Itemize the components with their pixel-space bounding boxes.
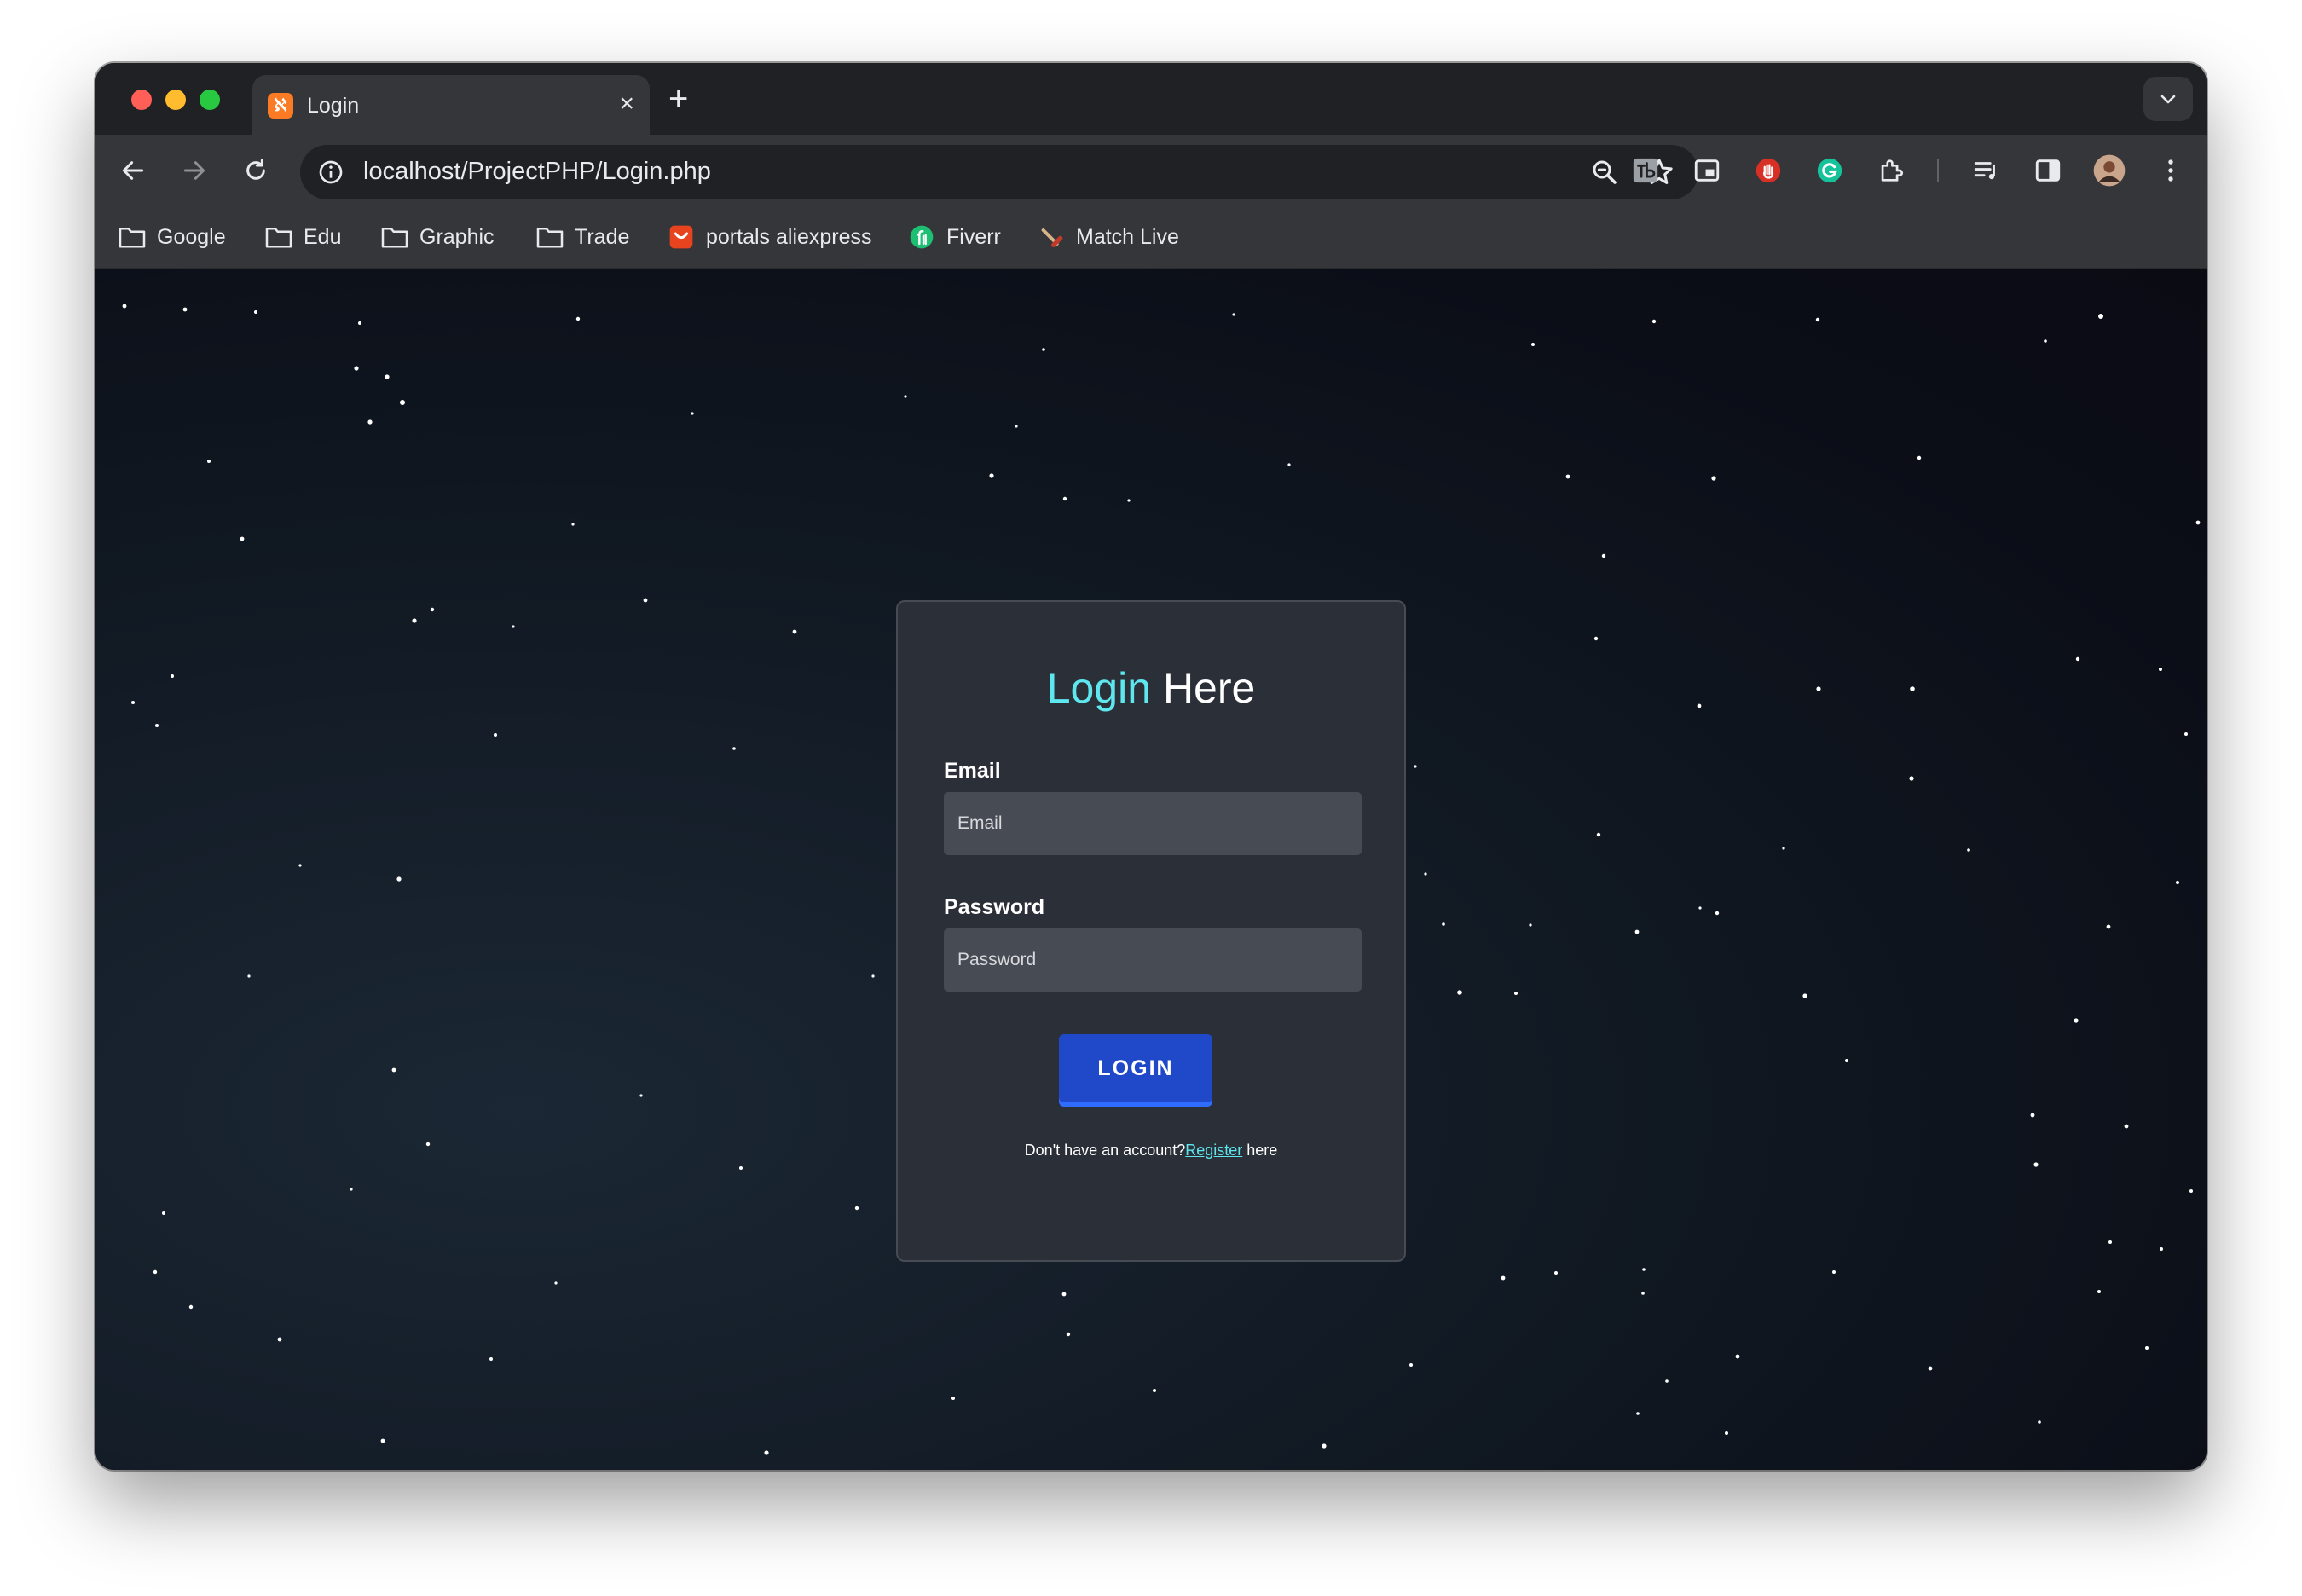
new-tab-button[interactable]: + [668, 80, 688, 118]
register-link[interactable]: Register [1185, 1142, 1242, 1159]
fiverr-icon [907, 224, 936, 250]
page-content: Login Here Email Password LOGIN Don't ha… [95, 269, 2207, 1470]
bookmark-label: Fiverr [946, 224, 1001, 249]
xampp-icon: ℵ [268, 93, 293, 119]
email-label: Email [944, 759, 1001, 783]
bookmark-match-live[interactable]: Match Live [1037, 222, 1179, 252]
address-bar[interactable]: localhost/ProjectPHP/Login.php [300, 145, 1698, 200]
extensions-puzzle-icon[interactable] [1872, 152, 1910, 189]
browser-window: ℵ Login × + localhost/ProjectPHP/Login.p… [95, 63, 2207, 1470]
chevron-down-icon [2160, 95, 2176, 104]
close-tab-icon[interactable]: × [619, 89, 634, 119]
media-queue-icon[interactable] [1968, 152, 2005, 189]
adblock-icon[interactable] [1750, 152, 1787, 189]
bookmarks-bar: Google Edu Graphic Trade portals aliexpr… [95, 206, 2207, 269]
arrow-left-icon [122, 161, 144, 180]
bookmark-google[interactable]: Google [118, 222, 226, 252]
tb-extension-icon[interactable] [1627, 152, 1664, 189]
bookmark-label: Match Live [1076, 224, 1179, 249]
bookmark-label: Edu [304, 224, 342, 249]
folder-icon [380, 224, 409, 250]
side-panel-icon[interactable] [2029, 152, 2067, 189]
login-title: Login Here [898, 663, 1404, 713]
reload-icon [246, 159, 265, 180]
close-window-button[interactable] [131, 90, 152, 110]
folder-icon [535, 224, 564, 250]
bookmark-label: Graphic [419, 224, 495, 249]
title-rest: Here [1162, 664, 1256, 712]
bookmark-edu[interactable]: Edu [264, 222, 341, 252]
site-info-icon[interactable] [314, 155, 348, 189]
match-live-icon [1037, 224, 1066, 250]
tab-login[interactable]: ℵ Login × [252, 75, 650, 135]
grammarly-icon[interactable] [1811, 152, 1848, 189]
bookmark-fiverr[interactable]: Fiverr [907, 222, 1001, 252]
picture-in-picture-icon[interactable] [1688, 152, 1726, 189]
password-field[interactable] [944, 928, 1362, 992]
more-menu-icon[interactable] [2152, 152, 2189, 189]
url-text[interactable]: localhost/ProjectPHP/Login.php [363, 158, 711, 186]
minimize-window-button[interactable] [165, 90, 186, 110]
forward-button[interactable] [176, 152, 213, 189]
bookmark-trade[interactable]: Trade [535, 222, 629, 252]
title-accent: Login [1046, 664, 1152, 712]
password-label: Password [944, 895, 1045, 919]
tab-search-button[interactable] [2143, 77, 2193, 121]
bookmark-graphic[interactable]: Graphic [380, 222, 495, 252]
register-prefix: Don't have an account? [1024, 1142, 1186, 1159]
bookmark-portals-aliexpress[interactable]: portals aliexpress [667, 222, 872, 252]
browser-toolbar: localhost/ProjectPHP/Login.php [95, 135, 2207, 206]
register-suffix: here [1242, 1142, 1278, 1159]
folder-icon [264, 224, 293, 250]
maximize-window-button[interactable] [200, 90, 220, 110]
login-card: Login Here Email Password LOGIN Don't ha… [896, 600, 1406, 1262]
register-prompt: Don't have an account?Register here [898, 1142, 1404, 1159]
bookmark-label: Google [157, 224, 226, 249]
reload-button[interactable] [237, 152, 275, 189]
toolbar-divider [1937, 159, 1939, 182]
zoom-icon[interactable] [1589, 157, 1620, 192]
bookmark-label: Trade [575, 224, 630, 249]
aliexpress-icon [667, 224, 696, 250]
back-button[interactable] [114, 152, 152, 189]
profile-avatar[interactable] [2091, 152, 2128, 189]
login-button[interactable]: LOGIN [1059, 1034, 1212, 1102]
tab-strip: ℵ Login × + [95, 63, 2207, 135]
arrow-right-icon [183, 161, 205, 180]
folder-icon [118, 224, 147, 250]
bookmark-label: portals aliexpress [706, 224, 872, 249]
email-field[interactable] [944, 792, 1362, 855]
tab-title: Login [307, 94, 360, 118]
